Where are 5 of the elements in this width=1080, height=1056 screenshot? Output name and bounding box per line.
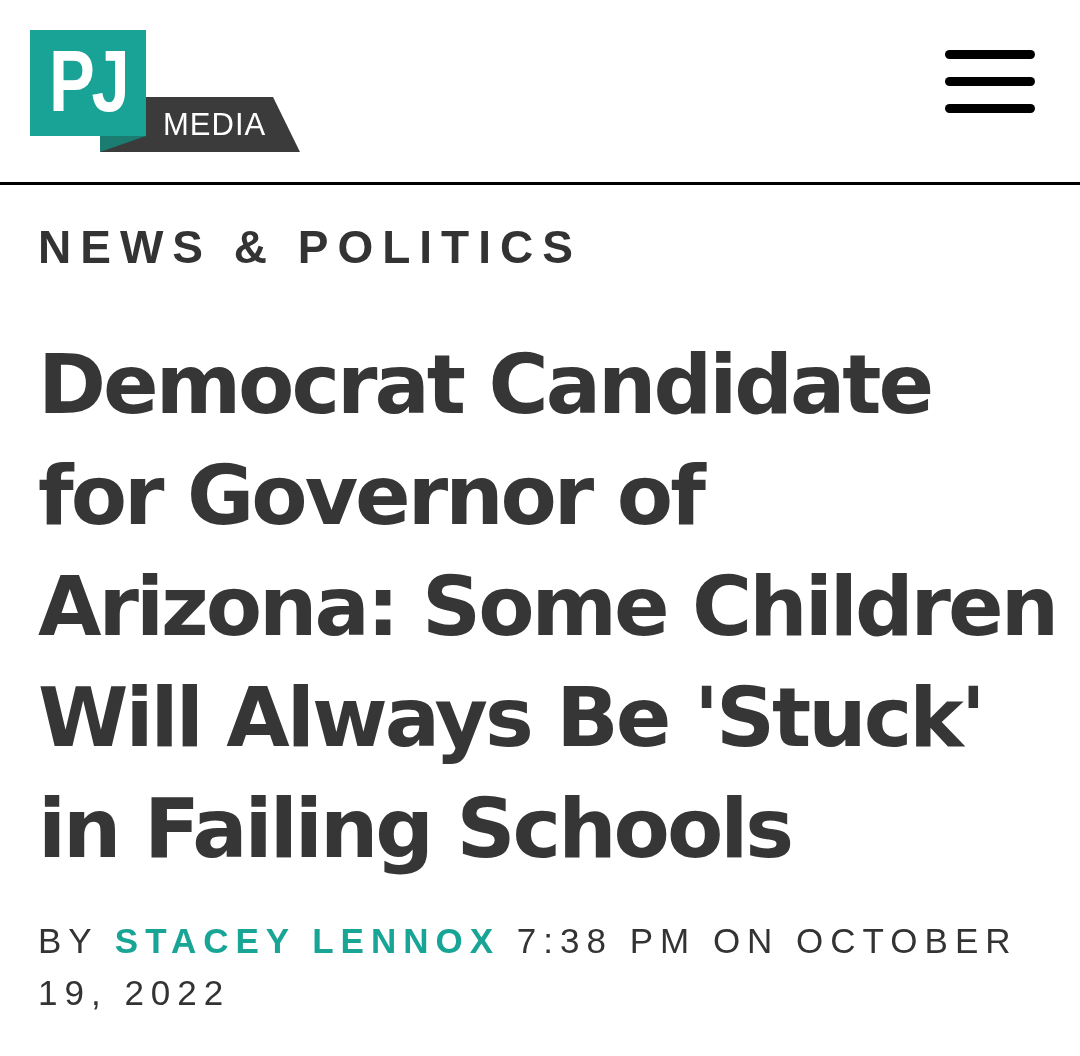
menu-button[interactable] (945, 50, 1035, 113)
menu-icon (945, 50, 1035, 113)
category-label: NEWS & POLITICS (38, 220, 582, 275)
byline: BY STACEY LENNOX 7:38 PM ON OCTOBER 19, 2022 (38, 920, 1019, 1014)
article-headline: Democrat Candidate for Governor of Arizona: Some Children Will Always Be 'Stuck' in Failing Schools (38, 336, 1058, 878)
